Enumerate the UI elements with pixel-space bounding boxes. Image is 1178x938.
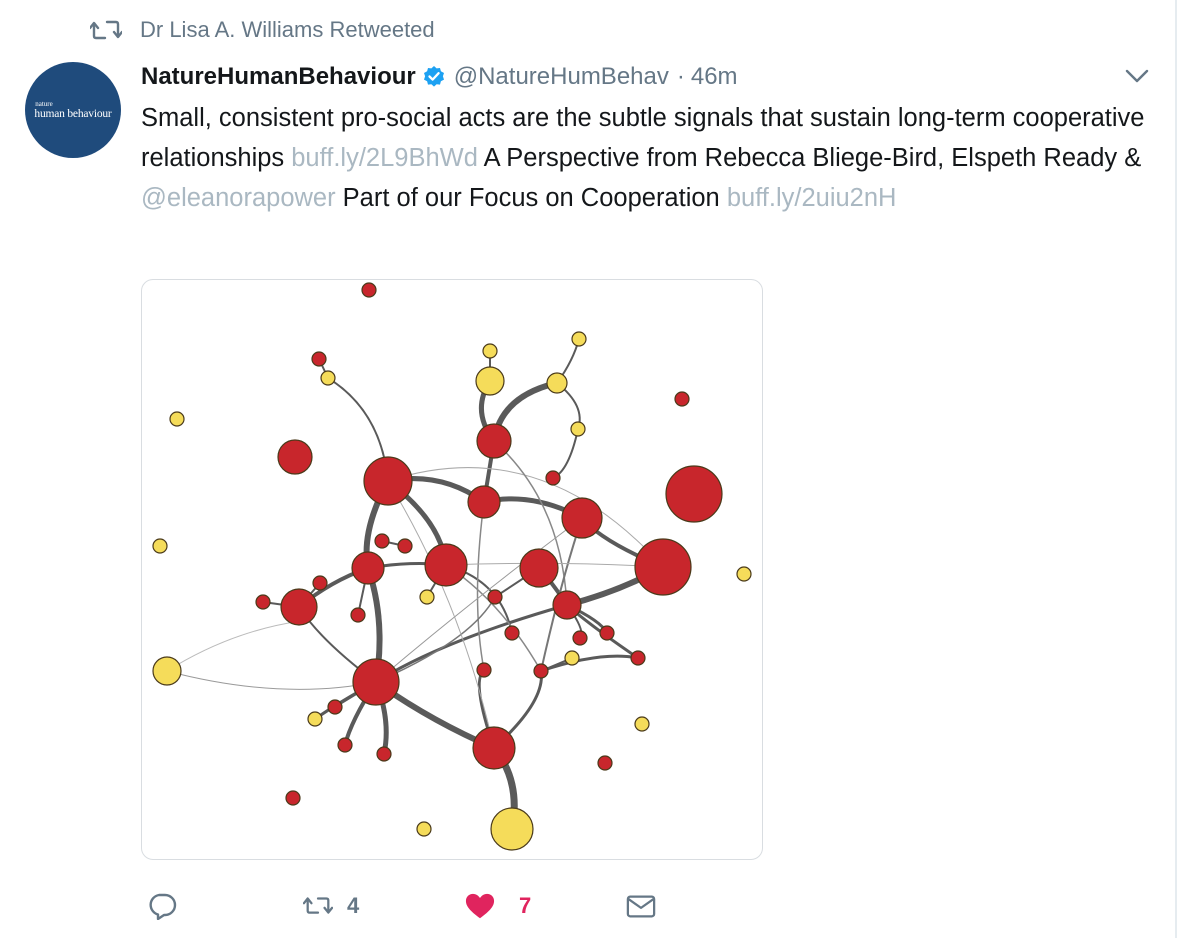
heart-icon [465,893,495,919]
tweet-text-part2: A Perspective from Rebecca Bliege-Bird, … [477,144,1142,172]
avatar[interactable]: nature human behaviour [25,62,121,158]
retweet-count: 4 [347,893,360,918]
separator-dot: · [676,63,685,90]
network-edges [166,338,666,833]
like-count: 7 [519,893,532,918]
retweet-icon [90,20,122,40]
like-button[interactable]: 7 [465,892,531,920]
direct-message-button[interactable] [626,892,656,920]
tweet-actions: 4 7 [0,880,1178,934]
avatar-small-text: nature [35,99,53,108]
mention-link[interactable]: @eleanorapower [141,184,336,212]
timeline-border [1175,0,1177,938]
tweet-link-1[interactable]: buff.ly/2L9BhWd [291,144,478,172]
envelope-icon [626,895,656,918]
avatar-big-text: human behaviour [34,107,112,120]
tweet-text: Small, consistent pro-social acts are th… [141,98,1151,218]
retweet-icon [303,897,333,914]
media-image[interactable] [141,279,763,860]
display-name[interactable]: NatureHumanBehaviour [141,63,416,91]
tweet-link-2[interactable]: buff.ly/2uiu2nH [727,184,897,212]
reply-button[interactable] [147,892,191,920]
network-graph-image [152,282,752,851]
tweet-header: NatureHumanBehaviour @NatureHumBehav · 4… [141,58,738,96]
chevron-down-icon[interactable] [1122,64,1152,88]
retweet-button[interactable]: 4 [303,892,359,920]
tweet-text-part3: Part of our Focus on Cooperation [335,184,727,212]
retweet-context-label[interactable]: Dr Lisa A. Williams Retweeted [140,17,435,43]
retweet-context: Dr Lisa A. Williams Retweeted [90,14,435,46]
handle[interactable]: @NatureHumBehav [454,63,669,91]
network-nodes [152,282,752,851]
reply-icon [149,893,177,920]
verified-badge-icon [423,66,444,87]
timestamp[interactable]: 46m [691,63,738,91]
